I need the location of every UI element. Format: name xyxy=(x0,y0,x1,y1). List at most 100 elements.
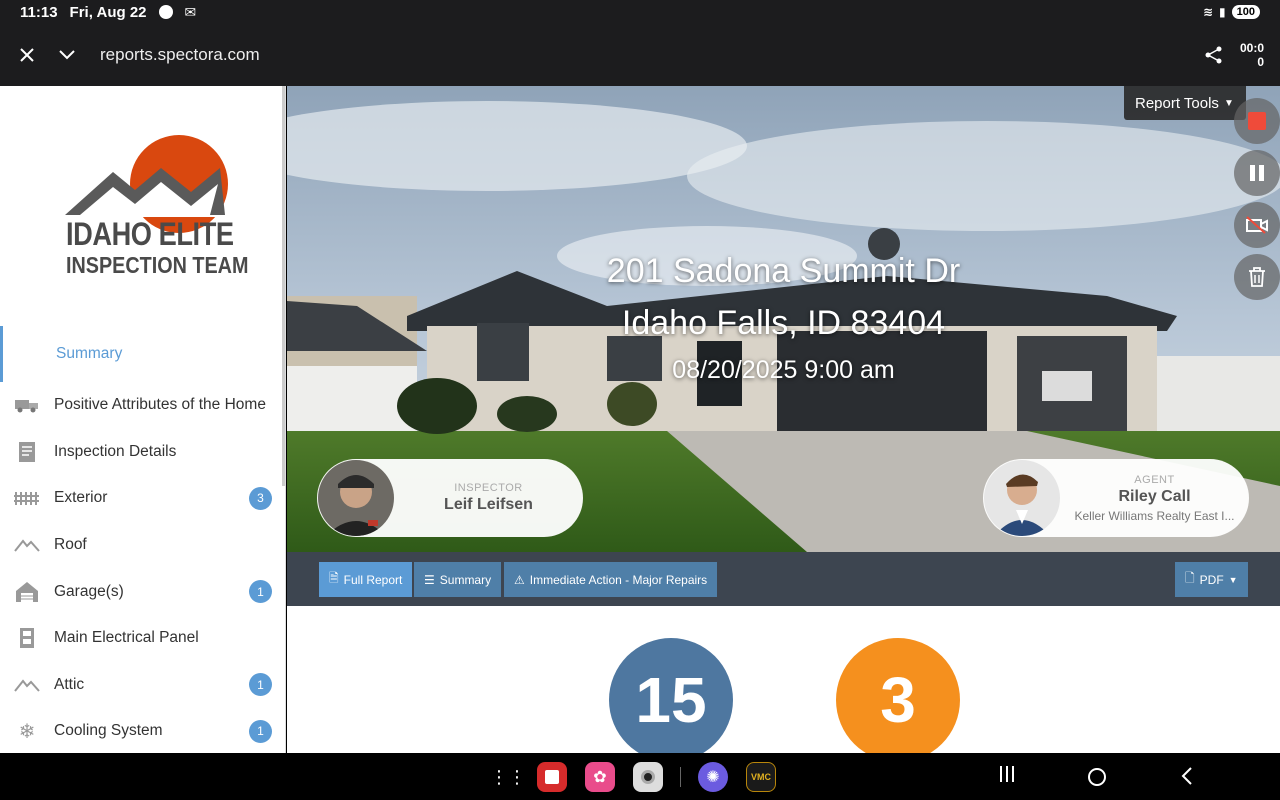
sidebar-item-exterior[interactable]: Exterior 3 xyxy=(0,475,285,522)
pdf-dropdown-button[interactable]: 🗋 PDF ▼ xyxy=(1175,562,1248,597)
camera-off-icon xyxy=(1246,216,1268,234)
share-icon[interactable] xyxy=(1204,45,1224,65)
sticky-notes-app-icon[interactable] xyxy=(537,762,567,792)
agent-role: AGENT xyxy=(1134,473,1175,486)
pause-recording-button[interactable] xyxy=(1234,150,1280,196)
summary-button[interactable]: ☰ Summary xyxy=(414,562,502,597)
exterior-badge: 3 xyxy=(249,486,272,510)
document-icon xyxy=(14,441,40,463)
list-icon: ☰ xyxy=(424,572,435,587)
logo-text-line2: INSPECTION TEAM xyxy=(66,252,249,278)
app-drawer-icon[interactable]: ⋮⋮ xyxy=(490,762,526,792)
agent-card[interactable]: AGENT Riley Call Keller Williams Realty … xyxy=(983,459,1249,537)
truck-icon xyxy=(14,394,40,416)
recent-apps-button[interactable] xyxy=(996,766,1018,786)
status-time: 11:13 xyxy=(20,3,58,21)
back-button[interactable] xyxy=(1180,766,1194,791)
report-tools-dropdown[interactable]: Report Tools ▼ xyxy=(1124,86,1246,120)
count-circle-orange[interactable]: 3 xyxy=(836,638,960,753)
report-tools-label: Report Tools xyxy=(1135,94,1219,112)
sidebar-item-label: Main Electrical Panel xyxy=(54,629,199,647)
sidebar-item-cooling-system[interactable]: ❄ Cooling System 1 xyxy=(0,708,285,753)
sidebar-item-positive-attributes[interactable]: Positive Attributes of the Home xyxy=(0,382,285,429)
signal-icon: ▮ xyxy=(1219,5,1226,19)
warning-icon: ⚠ xyxy=(514,572,525,587)
pdf-label: PDF xyxy=(1199,572,1224,587)
gmail-icon: ✉ xyxy=(184,3,197,20)
status-bar: 11:13 Fri, Aug 22 ✉ ≋ ▮ 100 xyxy=(0,0,1280,24)
count-circle-blue[interactable]: 15 xyxy=(609,638,733,753)
sidebar: IDAHO ELITE INSPECTION TEAM Summary Posi… xyxy=(0,86,286,753)
sidebar-item-roof[interactable]: Roof xyxy=(0,522,285,569)
summary-label: Summary xyxy=(439,572,492,587)
pdf-file-icon: 🗋 xyxy=(1185,571,1195,585)
close-tab-button[interactable] xyxy=(16,44,38,66)
vmc-app-icon[interactable]: VMC xyxy=(746,762,776,792)
dock-divider xyxy=(680,767,681,787)
camera-off-button[interactable] xyxy=(1234,202,1280,248)
sidebar-item-label: Inspection Details xyxy=(54,442,177,460)
sidebar-item-inspection-details[interactable]: Inspection Details xyxy=(0,429,285,476)
chevron-down-icon xyxy=(59,50,75,60)
sidebar-item-label: Exterior xyxy=(54,489,108,507)
address-line2: Idaho Falls, ID 83404 xyxy=(621,304,946,342)
sidebar-item-label: Cooling System xyxy=(54,722,163,740)
battery-indicator: 100 xyxy=(1231,5,1260,19)
account-icon xyxy=(158,5,173,19)
inspector-avatar xyxy=(318,460,394,536)
fence-icon xyxy=(14,487,40,509)
trash-icon xyxy=(1249,267,1265,287)
sidebar-item-label: Attic xyxy=(54,675,85,693)
caret-down-icon: ▼ xyxy=(1223,97,1234,109)
sidebar-item-label: Garage(s) xyxy=(54,582,124,600)
garage-badge: 1 xyxy=(249,580,272,604)
back-icon xyxy=(1181,767,1192,785)
url-text[interactable]: reports.spectora.com xyxy=(100,45,260,65)
sidebar-item-label: Positive Attributes of the Home xyxy=(54,396,266,414)
recording-timer: 00:0 0 xyxy=(1239,41,1264,69)
inspector-name: Leif Leifsen xyxy=(444,496,533,513)
gallery-app-icon[interactable]: ✿ xyxy=(585,762,615,792)
panel-icon xyxy=(14,627,40,649)
attic-icon xyxy=(14,674,40,696)
full-report-button[interactable]: 🗎 Full Report xyxy=(319,562,413,597)
pause-icon xyxy=(1250,165,1264,181)
agent-company: Keller Williams Realty East I... xyxy=(1074,508,1235,523)
cooling-badge: 1 xyxy=(249,719,272,743)
immediate-action-button[interactable]: ⚠ Immediate Action - Major Repairs xyxy=(504,562,718,597)
agent-avatar xyxy=(984,460,1060,536)
stop-recording-button[interactable] xyxy=(1234,98,1280,144)
agent-name: Riley Call xyxy=(1118,487,1191,505)
inspector-card[interactable]: INSPECTOR Leif Leifsen xyxy=(317,459,583,537)
sidebar-scrollbar[interactable] xyxy=(282,86,285,486)
bixby-app-icon[interactable]: ✺ xyxy=(698,762,728,792)
status-date: Fri, Aug 22 xyxy=(69,3,147,21)
summary-counts-area: 15 3 xyxy=(287,606,1280,753)
browser-toolbar: reports.spectora.com 00:0 0 xyxy=(0,24,1280,86)
wifi-icon: ≋ xyxy=(1202,5,1214,19)
sidebar-item-label: Roof xyxy=(54,536,87,554)
minimize-button[interactable] xyxy=(56,44,78,66)
caret-down-icon: ▼ xyxy=(1228,574,1238,585)
roof-icon xyxy=(14,534,40,556)
address-line1: 201 Sadona Summit Dr xyxy=(606,252,961,290)
camera-app-icon[interactable] xyxy=(633,762,663,792)
stop-icon xyxy=(1248,112,1266,130)
inspector-role: INSPECTOR xyxy=(454,482,523,494)
sidebar-item-garage[interactable]: Garage(s) 1 xyxy=(0,568,285,615)
sidebar-item-summary[interactable]: Summary xyxy=(0,326,285,382)
hero-banner: 201 Sadona Summit Dr Idaho Falls, ID 834… xyxy=(287,86,1280,552)
sidebar-item-electrical-panel[interactable]: Main Electrical Panel xyxy=(0,615,285,662)
snowflake-icon: ❄ xyxy=(18,720,36,743)
attic-badge: 1 xyxy=(249,673,272,697)
sidebar-item-label: Summary xyxy=(56,345,123,362)
immediate-action-label: Immediate Action - Major Repairs xyxy=(529,572,708,587)
close-icon xyxy=(20,48,34,62)
document-icon: 🗎 xyxy=(329,571,339,585)
inspection-datetime: 08/20/2025 9:00 am xyxy=(672,356,895,384)
delete-recording-button[interactable] xyxy=(1234,254,1280,300)
sidebar-item-attic[interactable]: Attic 1 xyxy=(0,662,285,709)
home-button[interactable] xyxy=(1088,768,1106,786)
report-toolbar: 🗎 Full Report ☰ Summary ⚠ Immediate Acti… xyxy=(287,552,1280,606)
full-report-label: Full Report xyxy=(343,572,403,587)
